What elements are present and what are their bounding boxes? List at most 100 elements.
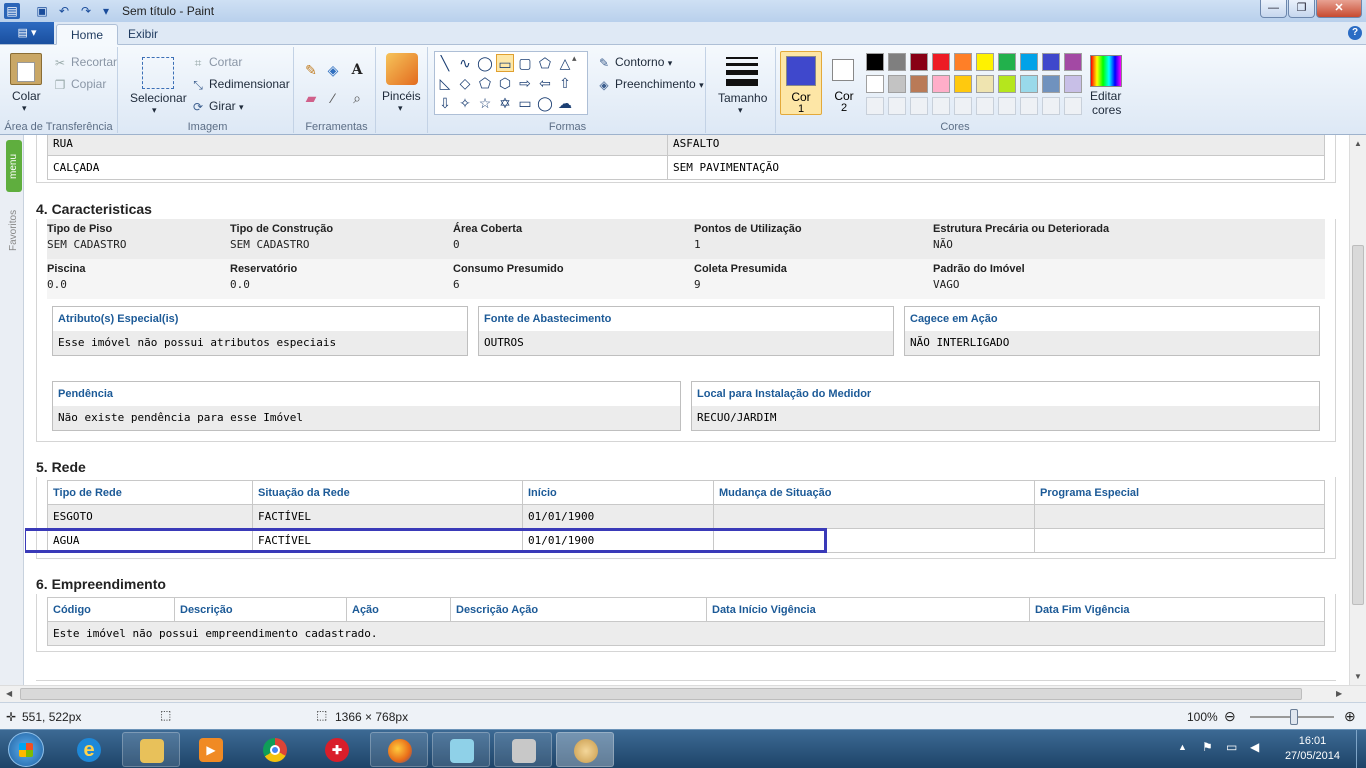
taskbar-notes[interactable] [432, 732, 490, 767]
taskbar-ie[interactable]: e [60, 732, 118, 767]
up-arrow-shape-icon[interactable]: ⇧ [556, 74, 574, 92]
color2-button[interactable]: Cor 2 [826, 51, 862, 115]
custom-color-slot[interactable] [1042, 97, 1060, 115]
scroll-up-icon[interactable]: ▲ [1354, 139, 1362, 148]
hexagon-shape-icon[interactable]: ⬡ [496, 74, 514, 92]
maximize-button[interactable]: ❐ [1288, 0, 1315, 18]
custom-color-slot[interactable] [954, 97, 972, 115]
custom-color-slot[interactable] [866, 97, 884, 115]
custom-color-slot[interactable] [888, 97, 906, 115]
tab-view[interactable]: Exibir [114, 24, 172, 45]
taskbar-printer[interactable] [494, 732, 552, 767]
pentagon-shape-icon[interactable]: ⬠ [476, 74, 494, 92]
crop-button[interactable]: ⌗ Cortar [190, 55, 243, 71]
right-arrow-shape-icon[interactable]: ⇨ [516, 74, 534, 92]
paint-app-icon[interactable]: ▤ [4, 3, 20, 19]
taskbar-app-red[interactable]: ✚ [308, 732, 366, 767]
redo-icon[interactable]: ↷ [78, 3, 94, 19]
taskbar-paint[interactable] [556, 732, 614, 767]
shapes-scroll-icon[interactable]: ▴ [572, 53, 577, 64]
color-swatch[interactable] [932, 75, 950, 93]
horizontal-scroll-thumb[interactable] [20, 688, 1302, 700]
undo-icon[interactable]: ↶ [56, 3, 72, 19]
color-swatch[interactable] [1042, 75, 1060, 93]
vertical-scroll-thumb[interactable] [1352, 245, 1364, 605]
action-center-icon[interactable]: ⚑ [1202, 740, 1213, 754]
oval-shape-icon[interactable]: ◯ [476, 54, 494, 72]
clock[interactable]: 16:01 27/05/2014 [1285, 734, 1340, 764]
taskbar-media-player[interactable]: ▶ [182, 732, 240, 767]
color-swatch[interactable] [998, 53, 1016, 71]
taskbar-chrome[interactable] [246, 732, 304, 767]
custom-color-slot[interactable] [910, 97, 928, 115]
size-dropdown-icon[interactable]: ▾ [738, 105, 743, 116]
rounded-callout-shape-icon[interactable]: ▭ [516, 94, 534, 112]
drawn-rectangle[interactable] [25, 528, 827, 553]
zoom-out-icon[interactable]: ⊖ [1224, 708, 1236, 725]
edit-colors-icon[interactable] [1090, 55, 1122, 87]
polygon-shape-icon[interactable]: ⬠ [536, 54, 554, 72]
copy-button[interactable]: ❐ Copiar [52, 77, 107, 93]
paste-icon[interactable] [10, 53, 42, 85]
line-shape-icon[interactable]: ╲ [436, 54, 454, 72]
scroll-right-icon[interactable]: ▶ [1336, 689, 1342, 698]
color-swatch[interactable] [910, 53, 928, 71]
brushes-button[interactable]: Pincéis [382, 89, 421, 103]
line-width-icon[interactable] [726, 57, 758, 86]
left-arrow-shape-icon[interactable]: ⇦ [536, 74, 554, 92]
color-picker-icon[interactable]: ⁄ [324, 89, 342, 107]
custom-color-slot[interactable] [976, 97, 994, 115]
four-point-star-shape-icon[interactable]: ✧ [456, 94, 474, 112]
tab-home[interactable]: Home [56, 24, 119, 45]
curve-shape-icon[interactable]: ∿ [456, 54, 474, 72]
select-icon[interactable] [142, 57, 174, 89]
color-swatch[interactable] [976, 53, 994, 71]
zoom-in-icon[interactable]: ⊕ [1344, 708, 1356, 725]
size-button[interactable]: Tamanho [718, 91, 767, 105]
save-icon[interactable]: ▣ [34, 3, 50, 19]
outline-button[interactable]: ✎ Contorno ▾ [596, 55, 672, 71]
color-swatch[interactable] [1064, 53, 1082, 71]
cloud-callout-shape-icon[interactable]: ☁ [556, 94, 574, 112]
color-swatch[interactable] [866, 53, 884, 71]
color-swatch[interactable] [866, 75, 884, 93]
magnifier-icon[interactable]: ⌕ [348, 89, 366, 107]
favorites-tab[interactable]: Favoritos [6, 197, 22, 263]
custom-color-slot[interactable] [998, 97, 1016, 115]
zoom-slider-thumb[interactable] [1290, 709, 1298, 725]
color-swatch[interactable] [954, 53, 972, 71]
six-point-star-shape-icon[interactable]: ✡ [496, 94, 514, 112]
show-hidden-icons-icon[interactable]: ▲ [1178, 742, 1187, 752]
vertical-scrollbar[interactable]: ▲ ▼ [1349, 135, 1366, 685]
taskbar-explorer[interactable] [122, 732, 180, 767]
paste-dropdown-icon[interactable]: ▾ [22, 103, 27, 114]
brush-icon[interactable] [386, 53, 418, 85]
color-swatch[interactable] [888, 75, 906, 93]
rounded-rectangle-shape-icon[interactable]: ▢ [516, 54, 534, 72]
diamond-shape-icon[interactable]: ◇ [456, 74, 474, 92]
color-swatch[interactable] [1064, 75, 1082, 93]
select-button[interactable]: Selecionar [130, 91, 187, 105]
down-arrow-shape-icon[interactable]: ⇩ [436, 94, 454, 112]
paint-menu-button[interactable]: ▤ ▾ [0, 22, 54, 44]
menu-tab[interactable]: menu [6, 140, 22, 192]
rotate-button[interactable]: ⟳ Girar ▾ [190, 99, 244, 115]
color-swatch[interactable] [910, 75, 928, 93]
color-swatch[interactable] [1020, 53, 1038, 71]
edit-colors-button[interactable]: Editar [1090, 89, 1121, 103]
paste-button[interactable]: Colar [12, 89, 41, 103]
color-swatch[interactable] [954, 75, 972, 93]
volume-icon[interactable]: ◀ [1250, 740, 1259, 754]
select-dropdown-icon[interactable]: ▾ [152, 105, 157, 116]
five-point-star-shape-icon[interactable]: ☆ [476, 94, 494, 112]
color-swatch[interactable] [998, 75, 1016, 93]
minimize-button[interactable]: — [1260, 0, 1287, 18]
color-swatch[interactable] [1042, 53, 1060, 71]
edit-colors-button-line2[interactable]: cores [1092, 103, 1121, 117]
paint-canvas[interactable]: RUA ASFALTO CALÇADA SEM PAVIMENTAÇÃO 4. Ca… [25, 135, 1349, 685]
right-triangle-shape-icon[interactable]: ◺ [436, 74, 454, 92]
oval-callout-shape-icon[interactable]: ◯ [536, 94, 554, 112]
color-swatch[interactable] [976, 75, 994, 93]
pencil-icon[interactable]: ✎ [302, 61, 320, 79]
eraser-icon[interactable]: ▰ [302, 89, 320, 107]
